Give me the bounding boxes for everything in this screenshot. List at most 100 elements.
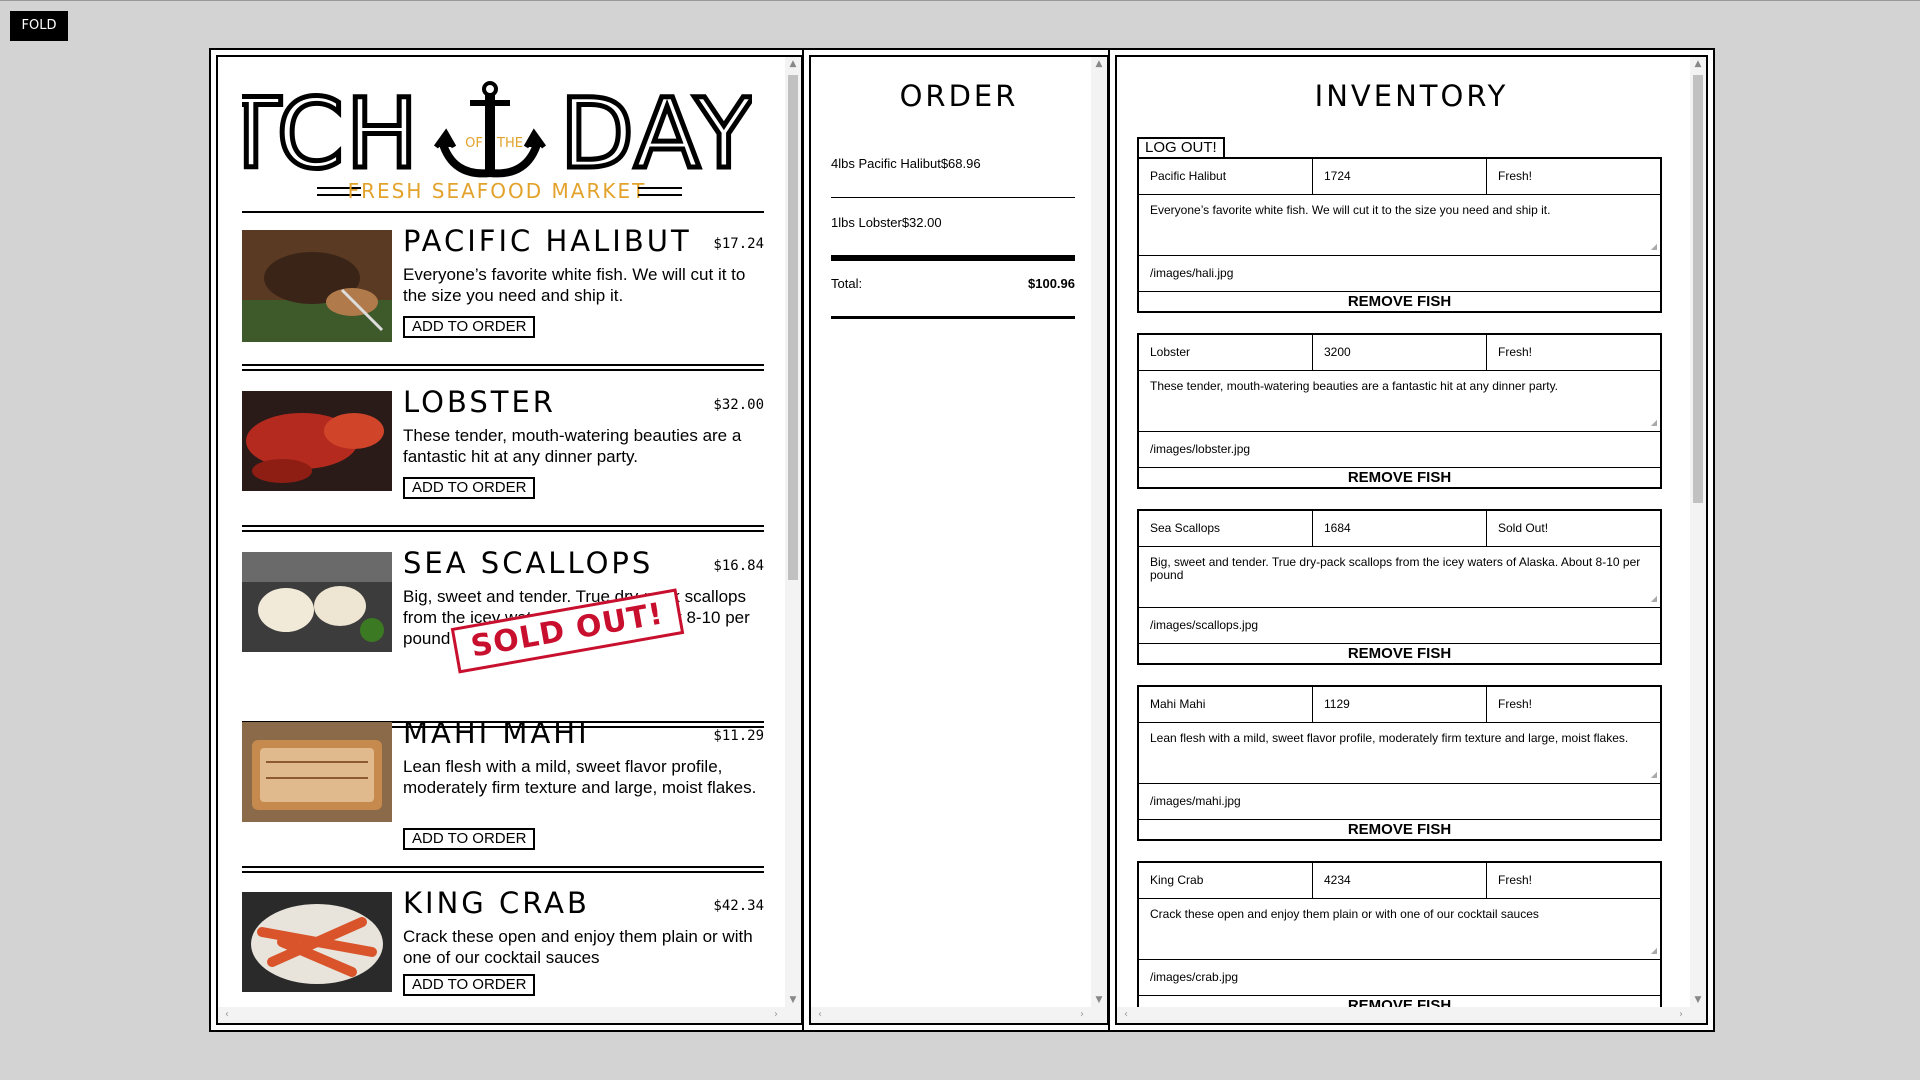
scroll-right-icon[interactable]: › — [1075, 1007, 1089, 1023]
fold-button[interactable]: FOLD — [10, 11, 68, 41]
fish-price: $17.24 — [713, 236, 764, 252]
remove-fish-button[interactable]: REMOVE FISH — [1139, 644, 1660, 663]
item-divider — [242, 364, 764, 371]
fish-status-select[interactable]: Fresh! — [1487, 863, 1660, 898]
remove-fish-button[interactable]: REMOVE FISH — [1139, 468, 1660, 487]
remove-fish-button[interactable]: REMOVE FISH — [1139, 820, 1660, 839]
fish-price: $42.34 — [713, 898, 764, 914]
scroll-down-icon[interactable]: ▼ — [785, 993, 801, 1007]
scroll-up-icon[interactable]: ▲ — [1091, 57, 1107, 71]
fish-price-input[interactable]: 1684 — [1313, 511, 1487, 546]
fish-price-input[interactable]: 1724 — [1313, 159, 1487, 194]
scroll-down-icon[interactable]: ▼ — [1690, 993, 1706, 1007]
fish-status-select[interactable]: Fresh! — [1487, 687, 1660, 722]
scrollbar-thumb[interactable] — [788, 75, 798, 580]
add-to-order-button[interactable]: ADD TO ORDER — [403, 974, 536, 996]
logo-divider-right — [638, 187, 682, 196]
menu-vertical-scrollbar[interactable]: ▲ ▼ — [785, 57, 801, 1007]
fish-name-input[interactable]: Sea Scallops — [1139, 511, 1313, 546]
scroll-left-icon[interactable]: ‹ — [220, 1007, 234, 1023]
scroll-down-icon[interactable]: ▼ — [1091, 993, 1107, 1007]
description-text: Crack these open and enjoy them plain or… — [1150, 907, 1539, 921]
scroll-left-icon[interactable]: ‹ — [813, 1007, 827, 1023]
fish-status-select[interactable]: Fresh! — [1487, 159, 1660, 194]
scroll-right-icon[interactable]: › — [769, 1007, 783, 1023]
fish-name-input[interactable]: Mahi Mahi — [1139, 687, 1313, 722]
item-divider — [242, 866, 764, 873]
logo-wordmark: CATCH DAY OF THE — [218, 76, 756, 193]
description-text: Lean flesh with a mild, sweet flavor pro… — [1150, 731, 1629, 745]
fish-name: LOBSTER — [403, 385, 556, 419]
crab-photo — [242, 892, 392, 1004]
scrollbar-thumb[interactable] — [1693, 75, 1703, 503]
inventory-vertical-scrollbar[interactable]: ▲ ▼ — [1690, 57, 1706, 1007]
fish-price-input[interactable]: 1129 — [1313, 687, 1487, 722]
inventory-item-form: Lobster 3200 Fresh! These tender, mouth-… — [1137, 333, 1662, 489]
fish-status-select[interactable]: Sold Out! — [1487, 511, 1660, 546]
catch-of-the-day-logo: CATCH DAY OF THE FRESH SEAFOOD MARKET — [218, 76, 756, 209]
fish-item-mahi-mahi: MAHI MAHI $11.29 Lean flesh with a mild,… — [242, 716, 764, 877]
description-text: Big, sweet and tender. True dry-pack sca… — [1150, 555, 1641, 582]
inventory-item-form: King Crab 4234 Fresh! Crack these open a… — [1137, 861, 1662, 1017]
fish-description-textarea[interactable]: Big, sweet and tender. True dry-pack sca… — [1139, 547, 1660, 608]
resize-grip-icon[interactable]: ◢ — [1651, 768, 1657, 781]
top-border — [0, 0, 1920, 1]
order-total-divider — [831, 255, 1075, 261]
fish-image-input[interactable]: /images/hali.jpg — [1139, 256, 1660, 292]
fish-image-input[interactable]: /images/lobster.jpg — [1139, 432, 1660, 468]
inventory-item-form: Mahi Mahi 1129 Fresh! Lean flesh with a … — [1137, 685, 1662, 841]
fish-description: These tender, mouth-watering beauties ar… — [403, 426, 742, 466]
fish-item-lobster: LOBSTER $32.00 These tender, mouth-water… — [242, 385, 764, 532]
log-out-button[interactable]: LOG OUT! — [1137, 137, 1225, 159]
add-to-order-button[interactable]: ADD TO ORDER — [403, 316, 536, 338]
fish-name-input[interactable]: King Crab — [1139, 863, 1313, 898]
resize-grip-icon[interactable]: ◢ — [1651, 944, 1657, 957]
order-total-value: $100.96 — [1028, 276, 1075, 291]
fish-price-input[interactable]: 3200 — [1313, 335, 1487, 370]
resize-grip-icon[interactable]: ◢ — [1651, 592, 1657, 605]
fish-price-input[interactable]: 4234 — [1313, 863, 1487, 898]
fish-description-textarea[interactable]: Crack these open and enjoy them plain or… — [1139, 899, 1660, 960]
inventory-item-form: Sea Scallops 1684 Sold Out! Big, sweet a… — [1137, 509, 1662, 665]
halibut-photo — [242, 230, 392, 342]
menu-pane: CATCH DAY OF THE FRESH SEAFOOD MARKET PA… — [216, 55, 803, 1025]
inventory-horizontal-scrollbar[interactable]: ‹ › — [1117, 1007, 1706, 1023]
order-title: ORDER — [899, 79, 1019, 113]
logo-of: OF — [465, 136, 483, 151]
resize-grip-icon[interactable]: ◢ — [1651, 240, 1657, 253]
order-pane: ORDER 4lbs Pacific Halibut$68.96 1lbs Lo… — [809, 55, 1109, 1025]
logo-underline — [242, 211, 764, 213]
scallops-photo — [242, 552, 392, 664]
fish-image-input[interactable]: /images/crab.jpg — [1139, 960, 1660, 996]
fish-name-input[interactable]: Pacific Halibut — [1139, 159, 1313, 194]
fish-status-select[interactable]: Fresh! — [1487, 335, 1660, 370]
logo-word-left: CATCH — [242, 81, 420, 181]
add-to-order-button[interactable]: ADD TO ORDER — [403, 477, 536, 499]
scroll-right-icon[interactable]: › — [1674, 1007, 1688, 1023]
scroll-up-icon[interactable]: ▲ — [1690, 57, 1706, 71]
fish-name: PACIFIC HALIBUT — [403, 224, 692, 258]
scroll-left-icon[interactable]: ‹ — [1119, 1007, 1133, 1023]
scroll-up-icon[interactable]: ▲ — [785, 57, 801, 71]
order-line-item: 4lbs Pacific Halibut$68.96 — [831, 156, 981, 171]
order-bottom-rule — [831, 316, 1075, 319]
fish-image-input[interactable]: /images/scallops.jpg — [1139, 608, 1660, 644]
fish-description-textarea[interactable]: Everyone’s favorite white fish. We will … — [1139, 195, 1660, 256]
fish-price: $32.00 — [713, 397, 764, 413]
fish-description-textarea[interactable]: These tender, mouth-watering beauties ar… — [1139, 371, 1660, 432]
mahi-photo — [242, 722, 392, 834]
resize-grip-icon[interactable]: ◢ — [1651, 416, 1657, 429]
order-vertical-scrollbar[interactable]: ▲ ▼ — [1091, 57, 1107, 1007]
order-horizontal-scrollbar[interactable]: ‹ › — [811, 1007, 1107, 1023]
fish-name-input[interactable]: Lobster — [1139, 335, 1313, 370]
add-to-order-button[interactable]: ADD TO ORDER — [403, 828, 536, 850]
fish-description: Everyone’s favorite white fish. We will … — [403, 265, 746, 305]
fish-description: Crack these open and enjoy them plain or… — [403, 927, 753, 967]
menu-horizontal-scrollbar[interactable]: ‹ › — [218, 1007, 801, 1023]
fish-name: KING CRAB — [403, 886, 590, 920]
fish-image-input[interactable]: /images/mahi.jpg — [1139, 784, 1660, 820]
fish-description-textarea[interactable]: Lean flesh with a mild, sweet flavor pro… — [1139, 723, 1660, 784]
description-text: Everyone’s favorite white fish. We will … — [1150, 203, 1551, 217]
inventory-pane: INVENTORY LOG OUT! Pacific Halibut 1724 … — [1115, 55, 1708, 1025]
remove-fish-button[interactable]: REMOVE FISH — [1139, 292, 1660, 311]
